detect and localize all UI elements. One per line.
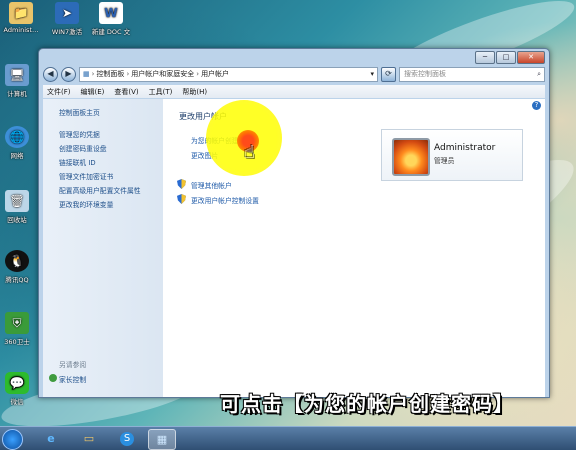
computer-icon: 🖥 bbox=[5, 64, 29, 86]
menu-view[interactable]: 查看(V) bbox=[114, 87, 138, 97]
sidebar-link-credentials[interactable]: 管理您的凭据 bbox=[59, 129, 100, 139]
see-also-heading: 另请参阅 bbox=[59, 361, 87, 369]
menu-edit[interactable]: 编辑(E) bbox=[81, 87, 105, 97]
manage-other-accounts-link[interactable]: 管理其他帐户 bbox=[191, 180, 232, 190]
sidebar-link-env-vars[interactable]: 更改我的环境变量 bbox=[59, 199, 113, 209]
user-folder-icon: 📁 bbox=[9, 2, 33, 24]
menu-tools[interactable]: 工具(T) bbox=[149, 87, 173, 97]
start-orb-icon[interactable] bbox=[2, 429, 23, 450]
desktop-icon-label: 计算机 bbox=[7, 90, 27, 98]
window-content: 控制面板主页 管理您的凭据 创建密码重设盘 链接联机 ID 管理文件加密证书 配… bbox=[43, 99, 545, 397]
sidebar-link-reset-disk[interactable]: 创建密码重设盘 bbox=[59, 143, 107, 153]
recycle-bin-icon: 🗑 bbox=[5, 190, 29, 212]
back-button[interactable]: ◀ bbox=[43, 66, 58, 82]
hand-pointer-icon: ☝ bbox=[244, 142, 255, 163]
control-panel-icon: ▦ bbox=[83, 70, 90, 78]
parental-controls-icon bbox=[49, 374, 57, 382]
ie-browser-icon[interactable]: e bbox=[38, 429, 64, 448]
desktop-icon-win7-activate[interactable]: ➤ WIN7激活 bbox=[46, 2, 88, 36]
search-icon[interactable]: ⌕ bbox=[537, 70, 544, 79]
task-pane: 控制面板主页 管理您的凭据 创建密码重设盘 链接联机 ID 管理文件加密证书 配… bbox=[43, 99, 163, 397]
sidebar-link-online-id[interactable]: 链接联机 ID bbox=[59, 157, 96, 167]
minimize-button[interactable]: ─ bbox=[475, 51, 495, 64]
uac-settings-link[interactable]: 更改用户帐户控制设置 bbox=[191, 195, 259, 205]
desktop-icon-recycle-bin[interactable]: 🗑 回收站 bbox=[0, 190, 38, 224]
menu-help[interactable]: 帮助(H) bbox=[182, 87, 207, 97]
address-bar[interactable]: ▦ › 控制面板 › 用户帐户和家庭安全 › 用户帐户 ▾ bbox=[79, 66, 378, 82]
breadcrumb-user-accounts[interactable]: 用户帐户 bbox=[201, 69, 229, 79]
desktop-icon-qq[interactable]: 🐧 腾讯QQ bbox=[0, 250, 38, 284]
control-panel-window: ─ □ ✕ ◀ ▶ ▦ › 控制面板 › 用户帐户和家庭安全 › 用户帐户 ▾ … bbox=[38, 48, 550, 398]
file-explorer-icon[interactable]: ▭ bbox=[76, 429, 102, 448]
desktop-icon-wechat[interactable]: 💬 微信 bbox=[0, 372, 38, 406]
360-security-icon: ⛨ bbox=[5, 312, 29, 334]
breadcrumb-control-panel[interactable]: 控制面板 bbox=[96, 69, 124, 79]
avatar bbox=[392, 138, 430, 176]
refresh-button[interactable]: ⟳ bbox=[381, 66, 396, 82]
caption-buttons: ─ □ ✕ bbox=[475, 51, 545, 64]
desktop-icon-label: 腾讯QQ bbox=[5, 276, 29, 284]
sidebar-link-home[interactable]: 控制面板主页 bbox=[59, 107, 100, 117]
uac-shield-icon bbox=[177, 179, 186, 189]
control-panel-icon[interactable]: ▦ bbox=[148, 429, 176, 450]
chevron-right-icon: › bbox=[126, 70, 130, 78]
help-icon[interactable]: ? bbox=[532, 101, 541, 110]
qq-icon: 🐧 bbox=[5, 250, 29, 272]
sidebar-link-parental-controls[interactable]: 家长控制 bbox=[59, 374, 86, 384]
chevron-right-icon: › bbox=[91, 70, 95, 78]
network-icon: 🌐 bbox=[5, 126, 29, 148]
search-placeholder: 搜索控制面板 bbox=[404, 70, 446, 78]
desktop-icon-label: 新建 DOC 文 bbox=[91, 28, 131, 36]
wechat-icon: 💬 bbox=[5, 372, 29, 394]
uac-shield-icon bbox=[177, 194, 186, 204]
menu-file[interactable]: 文件(F) bbox=[47, 87, 71, 97]
menu-bar: 文件(F) 编辑(E) 查看(V) 工具(T) 帮助(H) bbox=[43, 85, 545, 98]
desktop-icon-computer[interactable]: 🖥 计算机 bbox=[0, 64, 38, 98]
desktop-icon-label: WIN7激活 bbox=[51, 28, 83, 36]
breadcrumb-user-accounts-family[interactable]: 用户帐户和家庭安全 bbox=[131, 69, 194, 79]
sogou-input-icon[interactable]: S bbox=[114, 429, 140, 448]
forward-button[interactable]: ▶ bbox=[61, 66, 76, 82]
word-document-icon: W bbox=[99, 2, 123, 24]
user-name: Administrator bbox=[434, 143, 496, 153]
user-account-card: Administrator 管理员 bbox=[381, 129, 523, 181]
search-input[interactable]: 搜索控制面板 ⌕ bbox=[399, 66, 545, 82]
user-role: 管理员 bbox=[434, 157, 455, 165]
desktop-icon-label: Administ… bbox=[3, 26, 39, 34]
sidebar-link-profile-props[interactable]: 配置高级用户配置文件属性 bbox=[59, 185, 141, 195]
close-button[interactable]: ✕ bbox=[517, 51, 545, 64]
desktop-icon-360[interactable]: ⛨ 360卫士 bbox=[0, 312, 38, 346]
taskbar: e ▭ S ▦ bbox=[0, 426, 576, 450]
desktop-icon-label: 回收站 bbox=[7, 216, 27, 224]
desktop-icon-label: 微信 bbox=[10, 398, 24, 406]
desktop-icon-administrator[interactable]: 📁 Administ… bbox=[0, 2, 42, 34]
navigation-bar: ◀ ▶ ▦ › 控制面板 › 用户帐户和家庭安全 › 用户帐户 ▾ ⟳ 搜索控制… bbox=[43, 66, 545, 82]
sidebar-link-encryption-cert[interactable]: 管理文件加密证书 bbox=[59, 171, 113, 181]
desktop-icon-new-doc[interactable]: W 新建 DOC 文 bbox=[90, 2, 132, 36]
desktop-icon-label: 网络 bbox=[10, 152, 24, 160]
caption-subtitle: 可点击【为您的帐户创建密码】 bbox=[220, 392, 514, 416]
desktop-icon-network[interactable]: 🌐 网络 bbox=[0, 126, 38, 160]
dropdown-arrow-icon[interactable]: ▾ bbox=[370, 70, 377, 78]
activation-tool-icon: ➤ bbox=[55, 2, 79, 24]
desktop-icon-label: 360卫士 bbox=[4, 338, 30, 346]
maximize-button[interactable]: □ bbox=[496, 51, 516, 64]
chevron-right-icon: › bbox=[196, 70, 200, 78]
